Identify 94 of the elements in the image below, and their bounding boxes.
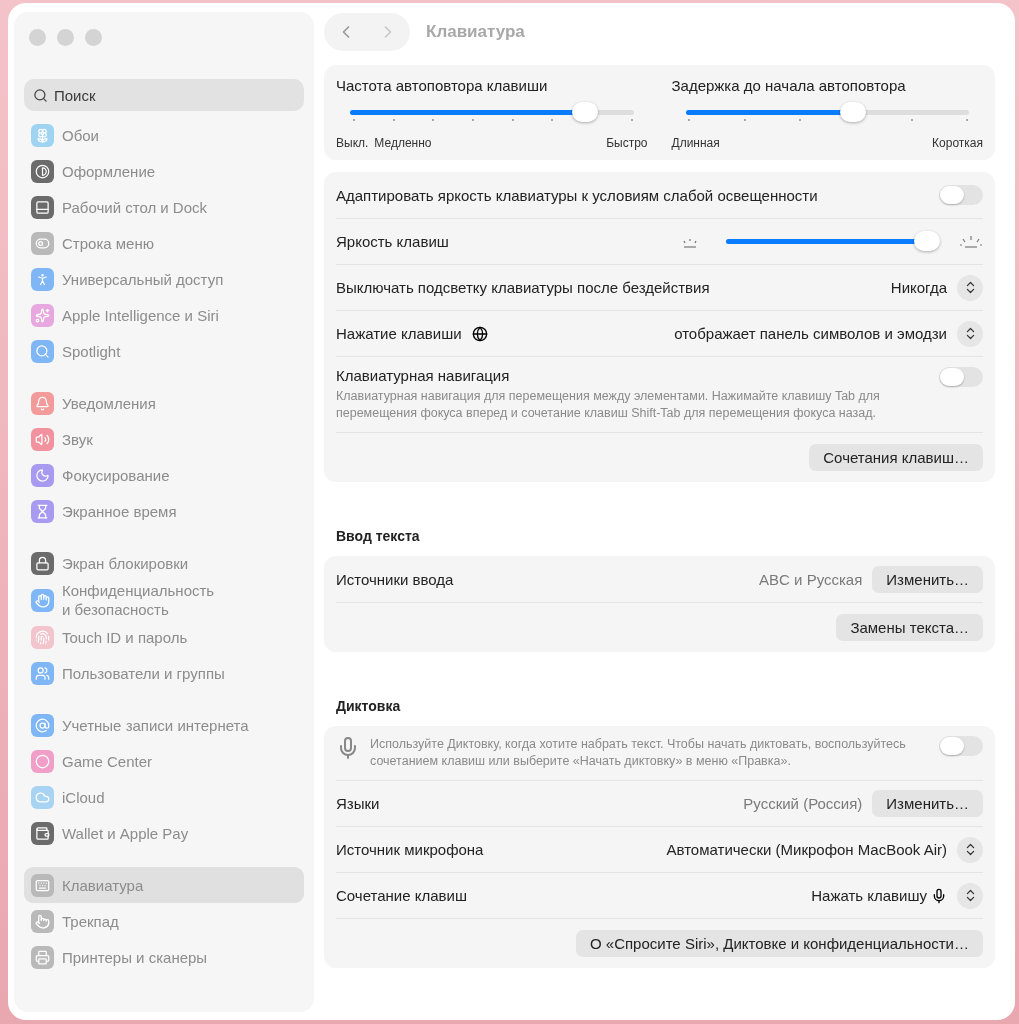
- sidebar-item[interactable]: Оформление: [24, 153, 304, 189]
- select-value: Никогда: [890, 279, 947, 296]
- sidebar-label: Учетные записи интернета: [62, 715, 249, 735]
- scale-label: Короткая: [932, 136, 983, 150]
- sidebar-label: Уведомления: [62, 393, 156, 413]
- section-heading: Диктовка: [336, 698, 402, 714]
- sidebar-item[interactable]: Экранное время: [24, 493, 304, 529]
- setting-label: Адаптировать яркость клавиатуры к условиям слабой освещенности: [336, 186, 819, 204]
- sidebar-label: Универсальный доступ: [62, 269, 224, 289]
- setting-label: Нажатие клавиши: [336, 325, 462, 342]
- minimize-button[interactable]: [57, 29, 74, 46]
- select-value: Автоматически (Микрофон MacBook Air): [666, 841, 947, 858]
- close-button[interactable]: [29, 29, 46, 46]
- scale-label: Быстро: [606, 136, 648, 150]
- scale-label: Длинная: [671, 136, 720, 150]
- sidebar-label: Строка меню: [62, 233, 154, 253]
- sidebar-label: Экранное время: [62, 501, 177, 521]
- scale-label: Выкл.: [336, 136, 369, 150]
- sidebar-label: Обои: [62, 125, 99, 145]
- slider-label: Задержка до начала автоповтора: [671, 77, 907, 94]
- action-button[interactable]: Замены текста…: [836, 614, 983, 641]
- toggle-switch[interactable]: [939, 736, 983, 756]
- sidebar-label: Wallet и Apple Pay: [62, 823, 189, 843]
- sidebar-item[interactable]: Универсальный доступ: [24, 261, 304, 297]
- search-field[interactable]: Поиск: [24, 79, 304, 111]
- setting-label: Языки: [336, 795, 380, 812]
- sidebar-item[interactable]: Spotlight: [24, 333, 304, 369]
- bright-icon: [959, 234, 983, 249]
- sidebar-item[interactable]: Пользователи и группы: [24, 655, 304, 691]
- scale-label: Медленно: [374, 136, 432, 150]
- section-heading: Ввод текста: [336, 528, 421, 544]
- toggle-switch[interactable]: [939, 367, 983, 387]
- sidebar-item[interactable]: Game Center: [24, 743, 304, 779]
- sidebar-item[interactable]: Обои: [24, 117, 304, 153]
- stepper-button[interactable]: [957, 274, 983, 301]
- setting-value: ABC и Русская: [759, 570, 863, 588]
- stepper-button[interactable]: [957, 320, 983, 347]
- sidebar-item[interactable]: Рабочий стол и Dock: [24, 189, 304, 225]
- setting-label: Сочетание клавиш: [336, 887, 467, 904]
- sidebar-item[interactable]: Touch ID и пароль: [24, 619, 304, 655]
- sidebar-item[interactable]: Экран блокировки: [24, 545, 304, 581]
- sidebar-label: Конфиденциальность и безопасность: [62, 581, 215, 619]
- action-button[interactable]: Сочетания клавиш…: [809, 444, 983, 471]
- sidebar-label: Apple Intelligence и Siri: [62, 305, 219, 325]
- sidebar-item[interactable]: Wallet и Apple Pay: [24, 815, 304, 851]
- slider-thumb[interactable]: [572, 102, 599, 122]
- sidebar-label: Принтеры и сканеры: [62, 947, 208, 967]
- sidebar-label: Spotlight: [62, 341, 121, 361]
- sidebar-label: Оформление: [62, 161, 156, 181]
- sidebar-item[interactable]: Строка меню: [24, 225, 304, 261]
- setting-description: Клавиатурная навигация для перемещения между элементами. Нажимайте клавишу Tab для перемещения фокуса вперед и сочетание клавиш Shift-Tab для перемещения фокуса назад.: [336, 388, 881, 422]
- search-icon: [33, 88, 48, 103]
- edit-button[interactable]: Изменить…: [872, 565, 983, 593]
- sidebar-label: Touch ID и пароль: [62, 627, 188, 647]
- setting-label: Источник микрофона: [336, 841, 484, 858]
- sidebar-item[interactable]: Apple Intelligence и Siri: [24, 297, 304, 333]
- sidebar-label: Трекпад: [62, 911, 119, 931]
- window-title: Клавиатура: [426, 22, 525, 42]
- sidebar-item[interactable]: Принтеры и сканеры: [24, 939, 304, 975]
- slider-thumb[interactable]: [839, 102, 866, 122]
- globe-icon: [471, 325, 488, 342]
- sidebar-item[interactable]: Звук: [24, 421, 304, 457]
- sidebar-label: Game Center: [62, 751, 153, 771]
- sidebar-item[interactable]: Конфиденциальность и безопасность: [24, 581, 304, 619]
- sidebar-label: Клавиатура: [62, 875, 144, 895]
- sidebar-label: Пользователи и группы: [62, 663, 225, 683]
- sidebar-item[interactable]: Уведомления: [24, 385, 304, 421]
- sidebar-label: Экран блокировки: [62, 553, 189, 573]
- sidebar-item[interactable]: Учетные записи интернета: [24, 707, 304, 743]
- setting-value: Русский (Россия): [743, 795, 863, 812]
- sidebar-item[interactable]: Трекпад: [24, 903, 304, 939]
- slider-thumb[interactable]: [913, 230, 940, 251]
- select-value: отображает панель символов и эмодзи: [674, 325, 947, 342]
- stepper-button[interactable]: [957, 882, 983, 909]
- sidebar-label: iCloud: [62, 787, 105, 807]
- microphone-icon: [931, 887, 947, 904]
- setting-description: Используйте Диктовку, когда хотите набрать текст. Чтобы начать диктовать, воспользуйтесь сочетанием клавиш или выберите «Начать диктовку» в меню «Правка».: [370, 736, 907, 770]
- toggle-switch[interactable]: [939, 185, 983, 205]
- setting-label: Клавиатурная навигация: [336, 367, 511, 384]
- sidebar-label: Фокусирование: [62, 465, 170, 485]
- select-value: Нажать клавишу: [811, 887, 927, 904]
- sidebar-item[interactable]: iCloud: [24, 779, 304, 815]
- slider-label: Частота автоповтора клавиши: [336, 77, 549, 94]
- action-button[interactable]: О «Спросите Siri», Диктовке и конфиденциальности…: [575, 930, 983, 957]
- sidebar-label: Звук: [62, 429, 93, 449]
- zoom-button[interactable]: [85, 29, 102, 46]
- sidebar-item[interactable]: Фокусирование: [24, 457, 304, 493]
- stepper-button[interactable]: [957, 836, 983, 863]
- setting-label: Выключать подсветку клавиатуры после бездействия: [336, 279, 710, 296]
- setting-label: Источники ввода: [336, 570, 454, 588]
- setting-label: Яркость клавиш: [336, 233, 449, 250]
- edit-button[interactable]: Изменить…: [872, 790, 983, 817]
- sidebar-item[interactable]: Клавиатура: [24, 867, 304, 903]
- sidebar-label: Рабочий стол и Dock: [62, 197, 208, 217]
